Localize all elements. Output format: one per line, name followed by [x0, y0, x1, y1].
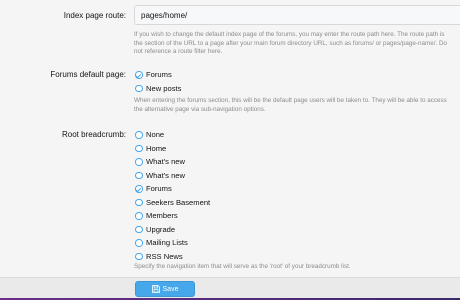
root-breadcrumb-option[interactable]: RSS News [134, 250, 460, 264]
root-breadcrumb-option[interactable]: What's new [134, 169, 460, 183]
root-breadcrumb-label: Root breadcrumb: [61, 130, 126, 139]
radio-icon[interactable] [135, 212, 143, 220]
index-route-explain: If you wish to change the default index … [134, 31, 448, 56]
root-breadcrumb-options: None Home What's new What's new Forums Seeker… [134, 128, 460, 263]
options-page: Index page route: If you wish to change … [0, 0, 460, 300]
root-breadcrumb-option[interactable]: Mailing Lists [134, 236, 460, 250]
forums-default-page-label: Forums default page: [50, 70, 126, 79]
forums-default-page-options: Forums New posts [134, 68, 460, 95]
root-breadcrumb-option-label: Home [146, 143, 167, 153]
root-breadcrumb-option[interactable]: What's new [134, 155, 460, 169]
root-breadcrumb-option-label: Upgrade [146, 224, 176, 234]
save-button-label: Save [162, 285, 179, 293]
root-breadcrumb-option-label: Forums [146, 184, 172, 193]
root-breadcrumb-option-label: RSS News [146, 251, 183, 261]
radio-icon[interactable] [135, 84, 143, 92]
root-breadcrumb-option-label: Mailing Lists [146, 238, 188, 247]
root-breadcrumb-explain: Specify the navigation item that will se… [134, 263, 351, 270]
root-breadcrumb-option-label: Members [146, 211, 178, 220]
radio-checked-icon[interactable] [135, 185, 143, 193]
forums-default-page-explain: When entering the forums section, this w… [134, 97, 447, 113]
root-breadcrumb-option[interactable]: Members [134, 209, 460, 223]
radio-icon[interactable] [135, 252, 143, 260]
forums-default-page-option-label: Forums [146, 70, 172, 79]
radio-icon[interactable] [135, 144, 143, 152]
forums-default-page-option-label: New posts [146, 83, 182, 93]
root-breadcrumb-control: None Home What's new What's new Forums Seeker… [134, 128, 460, 272]
root-breadcrumb-option[interactable]: Forums [134, 182, 460, 196]
radio-checked-icon[interactable] [135, 71, 143, 79]
root-breadcrumb-option[interactable]: None [134, 128, 460, 142]
root-breadcrumb-option-label: What's new [146, 170, 186, 180]
forums-default-page-option[interactable]: New posts [134, 82, 460, 96]
root-breadcrumb-option[interactable]: Upgrade [134, 223, 460, 237]
forums-default-page-option[interactable]: Forums [134, 68, 460, 82]
root-breadcrumb-option[interactable]: Home [134, 142, 460, 156]
radio-icon[interactable] [135, 131, 143, 139]
index-route-label: Index page route: [63, 11, 126, 20]
radio-icon[interactable] [135, 225, 143, 233]
root-breadcrumb-option[interactable]: Seekers Basement [134, 196, 460, 210]
options-form: Index page route: If you wish to change … [0, 0, 460, 280]
radio-icon[interactable] [135, 158, 143, 166]
form-submit-row: Save [0, 277, 460, 300]
save-icon [151, 285, 160, 293]
root-breadcrumb-option-label: None [146, 130, 165, 139]
root-breadcrumb-option-label: What's new [146, 157, 186, 166]
index-route-input[interactable] [134, 5, 460, 25]
forums-default-page-control: Forums New posts When entering the forums… [134, 68, 460, 114]
radio-icon[interactable] [135, 198, 143, 206]
index-route-control: If you wish to change the default index … [134, 5, 460, 57]
save-button[interactable]: Save [135, 281, 195, 297]
radio-icon[interactable] [135, 239, 143, 247]
radio-icon[interactable] [135, 171, 143, 179]
root-breadcrumb-option-label: Seekers Basement [146, 197, 211, 207]
